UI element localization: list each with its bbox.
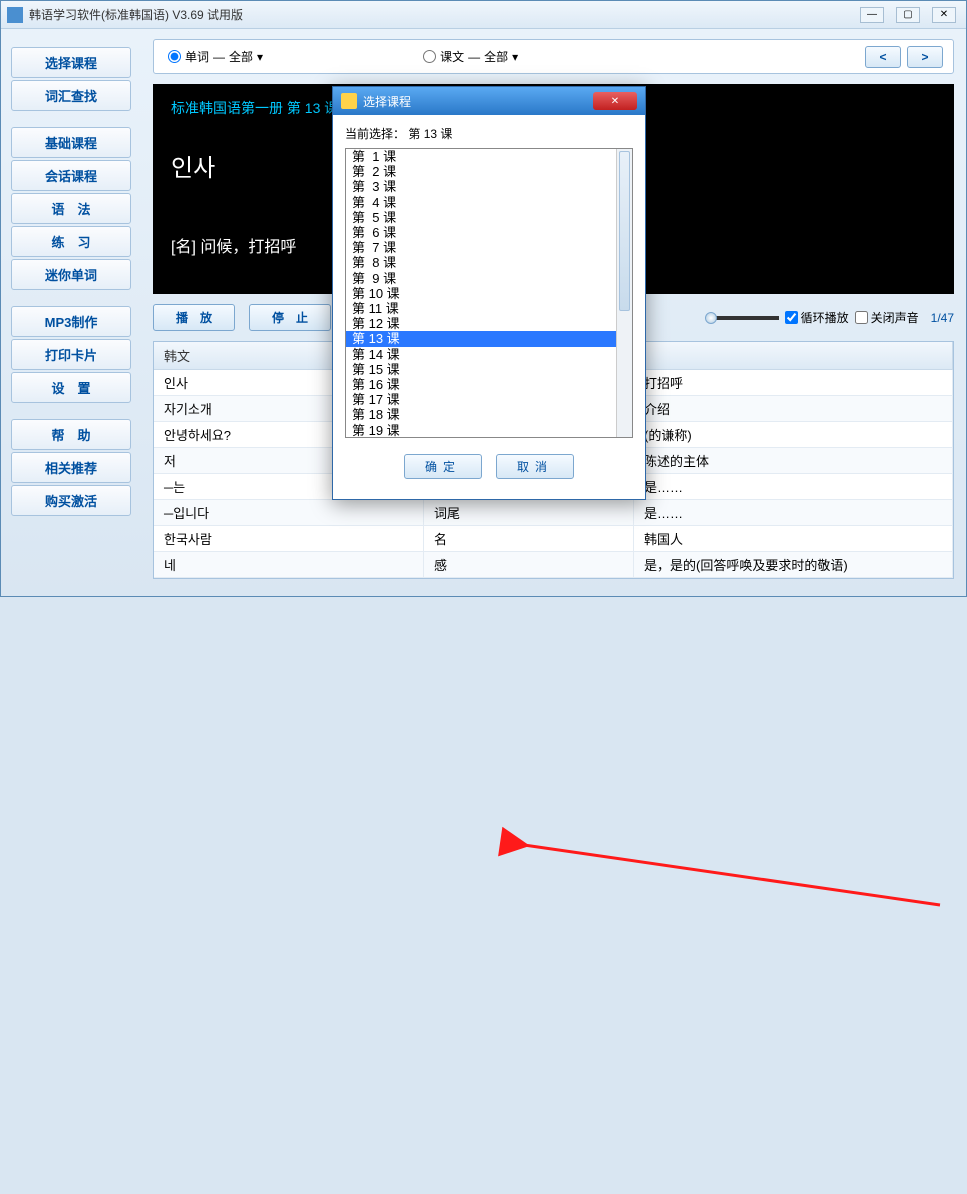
current-selection-label: 当前选择： 第 13 课 (345, 125, 633, 142)
annotation-arrow (0, 597, 967, 1194)
progress-slider[interactable] (709, 316, 779, 320)
lesson-list[interactable]: 第 1 课第 2 课第 3 课第 4 课第 5 课第 6 课第 7 课第 8 课… (345, 148, 633, 438)
mute-checkbox[interactable]: 关闭声音 (855, 309, 919, 326)
maximize-button[interactable]: ▢ (896, 7, 920, 23)
filter-text-radio[interactable]: 课文 — 全部 ▾ (423, 48, 518, 65)
table-cell: 是…… (634, 474, 953, 499)
dialog-icon (341, 93, 357, 109)
counter: 1/47 (931, 311, 954, 325)
sidebar: 选择课程词汇查找 基础课程会话课程语 法练 习迷你单词 MP3制作打印卡片设 置… (1, 29, 141, 596)
table-cell: 是…… (634, 500, 953, 525)
table-cell: 打招呼 (634, 370, 953, 395)
slider-thumb[interactable] (705, 312, 717, 324)
lesson-item[interactable]: 第 18 课 (346, 407, 632, 422)
table-row[interactable]: 네感是，是的(回答呼唤及要求时的敬语) (154, 552, 953, 578)
dropdown-icon[interactable]: ▾ (257, 50, 263, 64)
lesson-item[interactable]: 第 16 课 (346, 377, 632, 392)
table-cell: 感 (424, 552, 634, 577)
filter-bar: 单词 — 全部 ▾ 课文 — 全部 ▾ < > (153, 39, 954, 74)
table-cell: 介绍 (634, 396, 953, 421)
sidebar-g4-0[interactable]: 帮 助 (11, 419, 131, 450)
lesson-item[interactable]: 第 9 课 (346, 271, 632, 286)
lesson-item[interactable]: 第 15 课 (346, 362, 632, 377)
sidebar-g1-0[interactable]: 选择课程 (11, 47, 131, 78)
scrollbar[interactable] (616, 149, 632, 437)
sidebar-g1-1[interactable]: 词汇查找 (11, 80, 131, 111)
lesson-item[interactable]: 第 19 课 (346, 423, 632, 438)
dropdown-icon[interactable]: ▾ (512, 50, 518, 64)
lesson-item[interactable]: 第 17 课 (346, 392, 632, 407)
dialog-titlebar: 选择课程 ✕ (333, 87, 645, 115)
loop-checkbox[interactable]: 循环播放 (785, 309, 849, 326)
lesson-item[interactable]: 第 6 课 (346, 225, 632, 240)
table-cell: 陈述的主体 (634, 448, 953, 473)
table-cell: 한국사람 (154, 526, 424, 551)
sidebar-g2-0[interactable]: 基础课程 (11, 127, 131, 158)
close-button[interactable]: ✕ (932, 7, 956, 23)
ok-button[interactable]: 确定 (404, 454, 482, 479)
lesson-item[interactable]: 第 13 课 (346, 331, 632, 346)
sidebar-g2-2[interactable]: 语 法 (11, 193, 131, 224)
sidebar-g2-4[interactable]: 迷你单词 (11, 259, 131, 290)
lesson-item[interactable]: 第 5 课 (346, 210, 632, 225)
nav-next-button[interactable]: > (907, 46, 943, 68)
table-cell: 是，是的(回答呼唤及要求时的敬语) (634, 552, 953, 577)
sidebar-g3-1[interactable]: 打印卡片 (11, 339, 131, 370)
sidebar-g3-2[interactable]: 设 置 (11, 372, 131, 403)
app-icon (7, 7, 23, 23)
sidebar-g3-0[interactable]: MP3制作 (11, 306, 131, 337)
nav-prev-button[interactable]: < (865, 46, 901, 68)
filter-text-input[interactable] (423, 50, 436, 63)
filter-word-radio[interactable]: 单词 — 全部 ▾ (168, 48, 263, 65)
table-cell: 네 (154, 552, 424, 577)
stop-button[interactable]: 停 止 (249, 304, 331, 331)
table-row[interactable]: 한국사람名韩国人 (154, 526, 953, 552)
lesson-item[interactable]: 第 8 课 (346, 255, 632, 270)
sidebar-g2-1[interactable]: 会话课程 (11, 160, 131, 191)
lesson-item[interactable]: 第 4 课 (346, 195, 632, 210)
dialog-close-button[interactable]: ✕ (593, 92, 637, 110)
scrollbar-thumb[interactable] (619, 151, 630, 311)
table-cell: 词尾 (424, 500, 634, 525)
table-cell: 韩国人 (634, 526, 953, 551)
lesson-item[interactable]: 第 2 课 (346, 164, 632, 179)
col-meaning[interactable] (634, 342, 953, 369)
window-title: 韩语学习软件(标准韩国语) V3.69 试用版 (29, 6, 860, 23)
cancel-button[interactable]: 取消 (496, 454, 574, 479)
lesson-item[interactable]: 第 7 课 (346, 240, 632, 255)
table-cell: 名 (424, 526, 634, 551)
table-cell: ─입니다 (154, 500, 424, 525)
table-cell: (的谦称) (634, 422, 953, 447)
lesson-item[interactable]: 第 10 课 (346, 286, 632, 301)
sidebar-g4-1[interactable]: 相关推荐 (11, 452, 131, 483)
sidebar-g2-3[interactable]: 练 习 (11, 226, 131, 257)
table-row[interactable]: ─입니다词尾是…… (154, 500, 953, 526)
titlebar: 韩语学习软件(标准韩国语) V3.69 试用版 — ▢ ✕ (1, 1, 966, 29)
play-button[interactable]: 播 放 (153, 304, 235, 331)
minimize-button[interactable]: — (860, 7, 884, 23)
lesson-item[interactable]: 第 3 课 (346, 179, 632, 194)
lesson-item[interactable]: 第 11 课 (346, 301, 632, 316)
sidebar-g4-2[interactable]: 购买激活 (11, 485, 131, 516)
select-lesson-dialog: 选择课程 ✕ 当前选择： 第 13 课 第 1 课第 2 课第 3 课第 4 课… (332, 86, 646, 500)
lesson-item[interactable]: 第 1 课 (346, 149, 632, 164)
filter-word-input[interactable] (168, 50, 181, 63)
lesson-item[interactable]: 第 12 课 (346, 316, 632, 331)
dialog-title: 选择课程 (363, 93, 411, 110)
lesson-item[interactable]: 第 14 课 (346, 347, 632, 362)
